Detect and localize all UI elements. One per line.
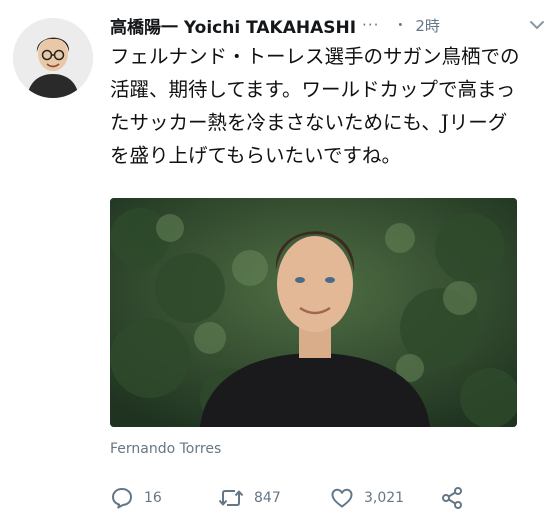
retweet-button[interactable]: 847 xyxy=(218,484,281,512)
photo-image xyxy=(110,198,517,427)
tweet-timestamp[interactable]: 2時 xyxy=(415,15,440,36)
ellipsis-icon: ··· xyxy=(362,16,380,34)
author-name[interactable]: 高橋陽一 Yoichi TAKAHASHI xyxy=(110,13,356,38)
like-button[interactable]: 3,021 xyxy=(330,484,404,512)
tweet-actions: 16 847 3,021 xyxy=(110,484,530,512)
reply-icon xyxy=(112,488,132,509)
heart-icon xyxy=(331,488,353,508)
retweet-icon xyxy=(218,490,244,506)
tweet-text: フェルナンド・トーレス選手のサガン鳥栖での活躍、期待してます。ワールドカップで高… xyxy=(110,45,520,167)
chevron-down-icon[interactable] xyxy=(528,16,546,34)
tweet-header: 高橋陽一 Yoichi TAKAHASHI ··· ・ 2時 xyxy=(110,12,550,38)
reply-count: 16 xyxy=(144,490,162,506)
reply-button[interactable]: 16 xyxy=(110,484,162,512)
author-avatar[interactable] xyxy=(13,18,93,98)
like-count: 3,021 xyxy=(364,490,405,506)
share-button[interactable] xyxy=(440,484,464,512)
retweet-count: 847 xyxy=(254,490,281,506)
photo-caption[interactable]: Fernando Torres xyxy=(110,441,221,457)
separator-dot: ・ xyxy=(393,18,408,34)
tweet-photo[interactable] xyxy=(110,198,517,427)
share-icon xyxy=(442,487,462,509)
avatar-image xyxy=(13,18,93,98)
